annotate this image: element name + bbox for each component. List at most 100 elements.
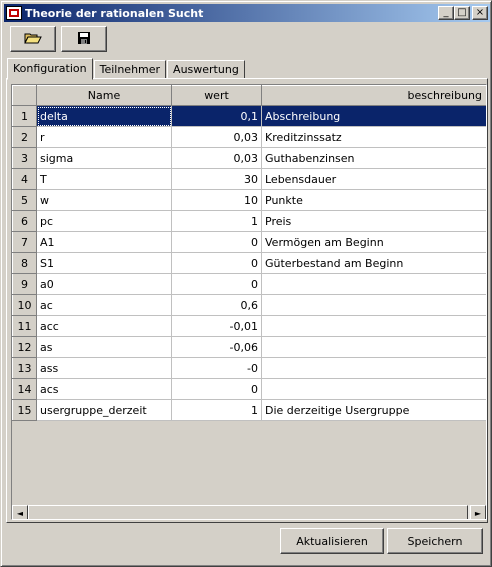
cell-beschreibung[interactable] bbox=[261, 273, 486, 295]
table-row[interactable]: 15 usergruppe_derzeit 1 Die derzeitige User… bbox=[12, 399, 486, 421]
title-bar[interactable]: Theorie der rationalen Sucht _ □ × bbox=[4, 4, 490, 22]
save-toolbar-button[interactable] bbox=[61, 26, 107, 52]
cell-name[interactable]: pc bbox=[36, 210, 172, 232]
config-table: Name wert beschreibung 1 delta 0,1 Abschrei… bbox=[12, 85, 486, 421]
cell-beschreibung[interactable] bbox=[261, 315, 486, 337]
table-row[interactable]: 3 sigma 0,03 Guthabenzinsen bbox=[12, 147, 486, 169]
cell-name[interactable]: T bbox=[36, 168, 172, 190]
scroll-right-icon[interactable]: ► bbox=[470, 505, 486, 519]
cell-wert[interactable]: 0 bbox=[171, 252, 262, 274]
cell-name[interactable]: sigma bbox=[36, 147, 172, 169]
cell-beschreibung[interactable]: Abschreibung bbox=[261, 105, 486, 127]
row-number[interactable]: 2 bbox=[12, 126, 37, 148]
cell-wert[interactable]: 0 bbox=[171, 378, 262, 400]
app-window: Theorie der rationalen Sucht _ □ × Konfi… bbox=[0, 0, 492, 567]
cell-name[interactable]: a0 bbox=[36, 273, 172, 295]
cell-beschreibung[interactable]: Lebensdauer bbox=[261, 168, 486, 190]
column-header-wert[interactable]: wert bbox=[171, 85, 262, 106]
cell-wert[interactable]: 0 bbox=[171, 273, 262, 295]
table-row[interactable]: 9 a0 0 bbox=[12, 273, 486, 295]
row-number[interactable]: 12 bbox=[12, 336, 37, 358]
table-row[interactable]: 6 pc 1 Preis bbox=[12, 210, 486, 232]
row-number[interactable]: 8 bbox=[12, 252, 37, 274]
cell-wert[interactable]: -0,06 bbox=[171, 336, 262, 358]
row-number[interactable]: 10 bbox=[12, 294, 37, 316]
column-header-name[interactable]: Name bbox=[36, 85, 172, 106]
app-icon bbox=[6, 6, 22, 20]
open-button[interactable] bbox=[10, 26, 56, 52]
tab-konfiguration[interactable]: Konfiguration bbox=[7, 58, 93, 80]
cell-wert[interactable]: 0,1 bbox=[171, 105, 262, 127]
aktualisieren-button[interactable]: Aktualisieren bbox=[280, 528, 384, 554]
column-header-row-number[interactable] bbox=[12, 85, 37, 106]
cell-name[interactable]: w bbox=[36, 189, 172, 211]
tab-auswertung[interactable]: Auswertung bbox=[167, 60, 245, 79]
cell-wert[interactable]: 10 bbox=[171, 189, 262, 211]
cell-wert[interactable]: 30 bbox=[171, 168, 262, 190]
scroll-thumb[interactable] bbox=[28, 505, 468, 519]
cell-wert[interactable]: -0,01 bbox=[171, 315, 262, 337]
horizontal-scrollbar[interactable]: ◄ ► bbox=[12, 505, 486, 519]
row-number[interactable]: 7 bbox=[12, 231, 37, 253]
row-number[interactable]: 9 bbox=[12, 273, 37, 295]
row-number[interactable]: 15 bbox=[12, 399, 37, 421]
row-number[interactable]: 6 bbox=[12, 210, 37, 232]
cell-wert[interactable]: 1 bbox=[171, 399, 262, 421]
cell-name[interactable]: usergruppe_derzeit bbox=[36, 399, 172, 421]
table-row[interactable]: 5 w 10 Punkte bbox=[12, 189, 486, 211]
cell-name[interactable]: ac bbox=[36, 294, 172, 316]
cell-beschreibung[interactable]: Punkte bbox=[261, 189, 486, 211]
table-row[interactable]: 4 T 30 Lebensdauer bbox=[12, 168, 486, 190]
cell-beschreibung[interactable] bbox=[261, 294, 486, 316]
table-row[interactable]: 12 as -0,06 bbox=[12, 336, 486, 358]
cell-name[interactable]: S1 bbox=[36, 252, 172, 274]
cell-beschreibung[interactable]: Guthabenzinsen bbox=[261, 147, 486, 169]
cell-wert[interactable]: 1 bbox=[171, 210, 262, 232]
cell-beschreibung[interactable]: Kreditzinssatz bbox=[261, 126, 486, 148]
table-row[interactable]: 8 S1 0 Güterbestand am Beginn bbox=[12, 252, 486, 274]
table-row[interactable]: 13 ass -0 bbox=[12, 357, 486, 379]
cell-name[interactable]: acs bbox=[36, 378, 172, 400]
row-number[interactable]: 3 bbox=[12, 147, 37, 169]
row-number[interactable]: 1 bbox=[12, 105, 37, 127]
cell-name[interactable]: r bbox=[36, 126, 172, 148]
row-number[interactable]: 11 bbox=[12, 315, 37, 337]
cell-name[interactable]: delta bbox=[36, 105, 172, 127]
cell-beschreibung[interactable] bbox=[261, 378, 486, 400]
table-row[interactable]: 1 delta 0,1 Abschreibung bbox=[12, 105, 486, 127]
row-number[interactable]: 13 bbox=[12, 357, 37, 379]
cell-wert[interactable]: 0 bbox=[171, 231, 262, 253]
cell-beschreibung[interactable]: Güterbestand am Beginn bbox=[261, 252, 486, 274]
minimize-button[interactable]: _ bbox=[438, 6, 454, 20]
cell-name[interactable]: acc bbox=[36, 315, 172, 337]
cell-name[interactable]: ass bbox=[36, 357, 172, 379]
cell-name[interactable]: A1 bbox=[36, 231, 172, 253]
table-row[interactable]: 11 acc -0,01 bbox=[12, 315, 486, 337]
window-controls: _ □ × bbox=[438, 6, 488, 20]
tab-teilnehmer[interactable]: Teilnehmer bbox=[93, 60, 167, 79]
cell-beschreibung[interactable]: Vermögen am Beginn bbox=[261, 231, 486, 253]
open-folder-icon bbox=[24, 31, 42, 48]
cell-beschreibung[interactable] bbox=[261, 357, 486, 379]
maximize-button[interactable]: □ bbox=[454, 6, 470, 20]
table-row[interactable]: 2 r 0,03 Kreditzinssatz bbox=[12, 126, 486, 148]
cell-wert[interactable]: 0,6 bbox=[171, 294, 262, 316]
close-button[interactable]: × bbox=[472, 6, 488, 20]
row-number[interactable]: 14 bbox=[12, 378, 37, 400]
cell-beschreibung[interactable] bbox=[261, 336, 486, 358]
table-row[interactable]: 7 A1 0 Vermögen am Beginn bbox=[12, 231, 486, 253]
cell-beschreibung[interactable]: Die derzeitige Usergruppe bbox=[261, 399, 486, 421]
cell-name[interactable]: as bbox=[36, 336, 172, 358]
table-row[interactable]: 10 ac 0,6 bbox=[12, 294, 486, 316]
cell-wert[interactable]: 0,03 bbox=[171, 147, 262, 169]
table-header-row: Name wert beschreibung bbox=[12, 85, 486, 106]
cell-beschreibung[interactable]: Preis bbox=[261, 210, 486, 232]
cell-wert[interactable]: -0 bbox=[171, 357, 262, 379]
speichern-button[interactable]: Speichern bbox=[387, 528, 483, 554]
column-header-beschreibung[interactable]: beschreibung bbox=[261, 85, 486, 106]
row-number[interactable]: 5 bbox=[12, 189, 37, 211]
cell-wert[interactable]: 0,03 bbox=[171, 126, 262, 148]
scroll-left-icon[interactable]: ◄ bbox=[12, 505, 28, 519]
table-row[interactable]: 14 acs 0 bbox=[12, 378, 486, 400]
row-number[interactable]: 4 bbox=[12, 168, 37, 190]
